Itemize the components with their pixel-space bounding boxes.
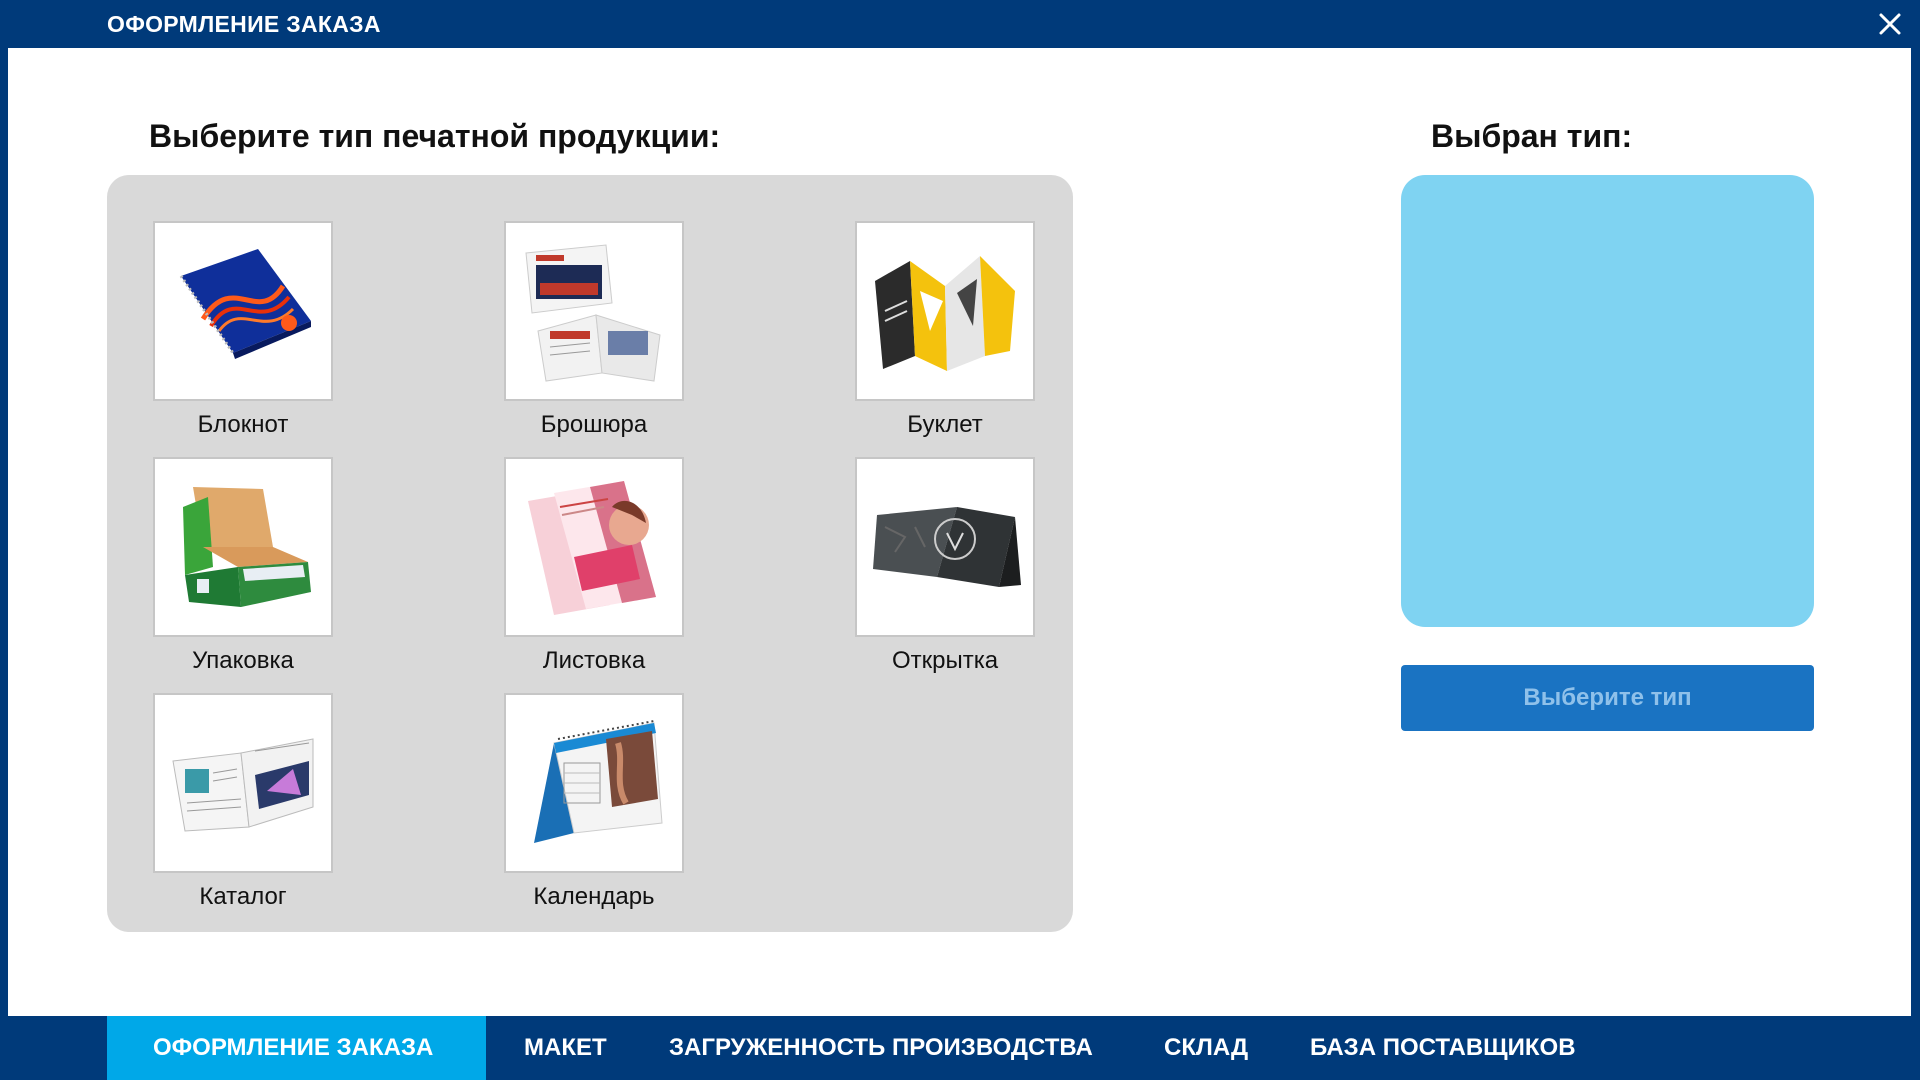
product-flyer[interactable]: Листовка xyxy=(504,457,684,675)
product-postcard[interactable]: Открытка xyxy=(855,457,1035,675)
product-label: Открытка xyxy=(891,647,999,674)
product-label: Листовка xyxy=(542,647,646,674)
selected-type-heading: Выбран тип: xyxy=(1431,118,1633,154)
product-label: Блокнот xyxy=(197,411,289,438)
selected-type-preview xyxy=(1401,175,1814,627)
product-notebook[interactable]: Блокнот xyxy=(153,221,333,439)
order-form: Выберите тип печатной продукции: Выбран … xyxy=(8,48,1911,1016)
tab-warehouse[interactable]: СКЛАД xyxy=(1164,1016,1248,1080)
product-grid: Блокнот Брошюра Буклет Упаковка Листовка… xyxy=(107,175,1073,932)
product-label: Брошюра xyxy=(540,411,648,438)
bottom-navigation: ОФОРМЛЕНИЕ ЗАКАЗА МАКЕТ ЗАГРУЖЕННОСТЬ ПР… xyxy=(0,1016,1920,1080)
product-brochure[interactable]: Брошюра xyxy=(504,221,684,439)
calendar-icon xyxy=(504,693,684,873)
title-bar: ОФОРМЛЕНИЕ ЗАКАЗА xyxy=(0,0,1920,48)
tab-layout[interactable]: МАКЕТ xyxy=(524,1016,607,1080)
tab-order[interactable]: ОФОРМЛЕНИЕ ЗАКАЗА xyxy=(107,1016,486,1080)
product-type-heading: Выберите тип печатной продукции: xyxy=(149,118,721,154)
catalog-icon xyxy=(153,693,333,873)
postcard-icon xyxy=(855,457,1035,637)
flyer-icon xyxy=(504,457,684,637)
product-packaging[interactable]: Упаковка xyxy=(153,457,333,675)
close-icon[interactable] xyxy=(1872,6,1908,42)
packaging-icon xyxy=(153,457,333,637)
product-booklet[interactable]: Буклет xyxy=(855,221,1035,439)
tab-production-load[interactable]: ЗАГРУЖЕННОСТЬ ПРОИЗВОДСТВА xyxy=(669,1016,1093,1080)
window-title: ОФОРМЛЕНИЕ ЗАКАЗА xyxy=(107,11,381,37)
tab-suppliers[interactable]: БАЗА ПОСТАВЩИКОВ xyxy=(1310,1016,1576,1080)
product-label: Упаковка xyxy=(192,647,294,674)
product-label: Буклет xyxy=(907,411,983,438)
product-calendar[interactable]: Календарь xyxy=(504,693,684,911)
booklet-icon xyxy=(855,221,1035,401)
notebook-icon xyxy=(153,221,333,401)
select-type-button[interactable]: Выберите тип xyxy=(1401,665,1814,731)
product-label: Каталог xyxy=(199,883,287,910)
product-label: Календарь xyxy=(533,883,655,910)
brochure-icon xyxy=(504,221,684,401)
product-catalog[interactable]: Каталог xyxy=(153,693,333,911)
